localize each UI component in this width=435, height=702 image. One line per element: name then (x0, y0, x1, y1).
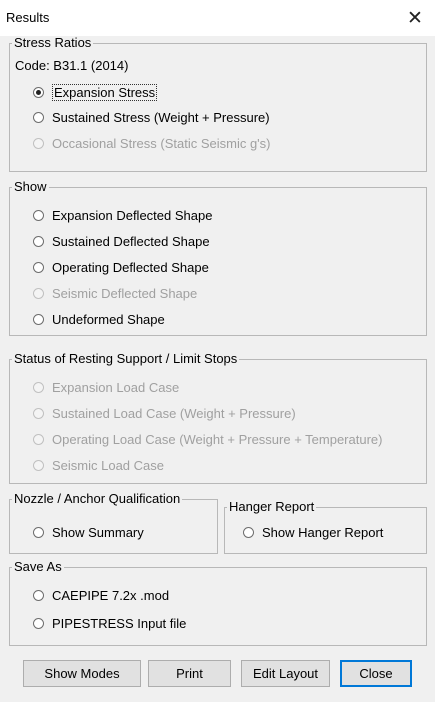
radio-seismic-deflected: Seismic Deflected Shape (33, 286, 197, 301)
radio-undeformed-shape[interactable]: Undeformed Shape (33, 312, 165, 327)
radio-circle-icon (33, 527, 44, 538)
radio-sustained-deflected[interactable]: Sustained Deflected Shape (33, 234, 210, 249)
radio-circle-icon (33, 314, 44, 325)
radio-checked-icon (33, 87, 44, 98)
radio-label: Seismic Deflected Shape (52, 286, 198, 301)
radio-label: Undeformed Shape (52, 312, 165, 327)
radio-operating-load-case: Operating Load Case (Weight + Pressure +… (33, 432, 382, 447)
radio-label: Sustained Load Case (Weight + Pressure) (52, 406, 296, 421)
title-bar: Results ✕ (0, 0, 435, 36)
edit-layout-button[interactable]: Edit Layout (241, 660, 330, 687)
radio-label: Expansion Load Case (52, 380, 180, 395)
radio-circle-icon (33, 590, 44, 601)
hanger-report-legend: Hanger Report (229, 499, 315, 514)
radio-circle-icon (33, 408, 44, 419)
radio-expansion-stress[interactable]: Expansion Stress (33, 84, 158, 101)
radio-circle-icon (33, 210, 44, 221)
radio-circle-icon (243, 527, 254, 538)
show-modes-button[interactable]: Show Modes (23, 660, 141, 687)
radio-label: Show Hanger Report (262, 525, 384, 540)
radio-sustained-load-case: Sustained Load Case (Weight + Pressure) (33, 406, 296, 421)
results-dialog: Results ✕ Stress Ratios Code: B31.1 (201… (0, 0, 435, 702)
resting-support-legend: Status of Resting Support / Limit Stops (14, 351, 238, 366)
radio-occasional-stress: Occasional Stress (Static Seismic g's) (33, 136, 271, 151)
stress-ratios-legend: Stress Ratios (14, 35, 92, 50)
show-legend: Show (14, 179, 47, 194)
code-label: Code: B31.1 (2014) (15, 58, 129, 73)
window-title: Results (6, 10, 50, 25)
save-as-legend: Save As (14, 559, 62, 574)
radio-expansion-deflected[interactable]: Expansion Deflected Shape (33, 208, 212, 223)
radio-label: CAEPIPE 7.2x .mod (52, 588, 170, 603)
radio-seismic-load-case: Seismic Load Case (33, 458, 164, 473)
close-icon[interactable]: ✕ (395, 0, 435, 36)
radio-circle-icon (33, 288, 44, 299)
radio-show-summary[interactable]: Show Summary (33, 525, 144, 540)
radio-label: Operating Load Case (Weight + Pressure +… (52, 432, 383, 447)
radio-sustained-stress[interactable]: Sustained Stress (Weight + Pressure) (33, 110, 270, 125)
radio-operating-deflected[interactable]: Operating Deflected Shape (33, 260, 209, 275)
radio-label: Sustained Deflected Shape (52, 234, 210, 249)
radio-label: Expansion Stress (52, 84, 158, 101)
radio-label: PIPESTRESS Input file (52, 616, 187, 631)
stress-ratios-group: Stress Ratios (9, 36, 427, 172)
radio-circle-icon (33, 382, 44, 393)
nozzle-anchor-group: Nozzle / Anchor Qualification (9, 492, 218, 554)
radio-circle-icon (33, 460, 44, 471)
save-as-group: Save As (9, 560, 427, 646)
radio-label: Occasional Stress (Static Seismic g's) (52, 136, 271, 151)
radio-label: Operating Deflected Shape (52, 260, 209, 275)
radio-circle-icon (33, 112, 44, 123)
radio-save-caepipe[interactable]: CAEPIPE 7.2x .mod (33, 588, 169, 603)
radio-circle-icon (33, 236, 44, 247)
radio-label: Seismic Load Case (52, 458, 164, 473)
radio-circle-icon (33, 434, 44, 445)
radio-label: Expansion Deflected Shape (52, 208, 213, 223)
radio-circle-icon (33, 262, 44, 273)
close-button[interactable]: Close (340, 660, 412, 687)
nozzle-anchor-legend: Nozzle / Anchor Qualification (14, 491, 181, 506)
radio-label: Sustained Stress (Weight + Pressure) (52, 110, 270, 125)
radio-circle-icon (33, 618, 44, 629)
print-button[interactable]: Print (148, 660, 231, 687)
radio-circle-icon (33, 138, 44, 149)
radio-save-pipestress[interactable]: PIPESTRESS Input file (33, 616, 186, 631)
radio-expansion-load-case: Expansion Load Case (33, 380, 179, 395)
radio-label: Show Summary (52, 525, 144, 540)
radio-show-hanger-report[interactable]: Show Hanger Report (243, 525, 383, 540)
